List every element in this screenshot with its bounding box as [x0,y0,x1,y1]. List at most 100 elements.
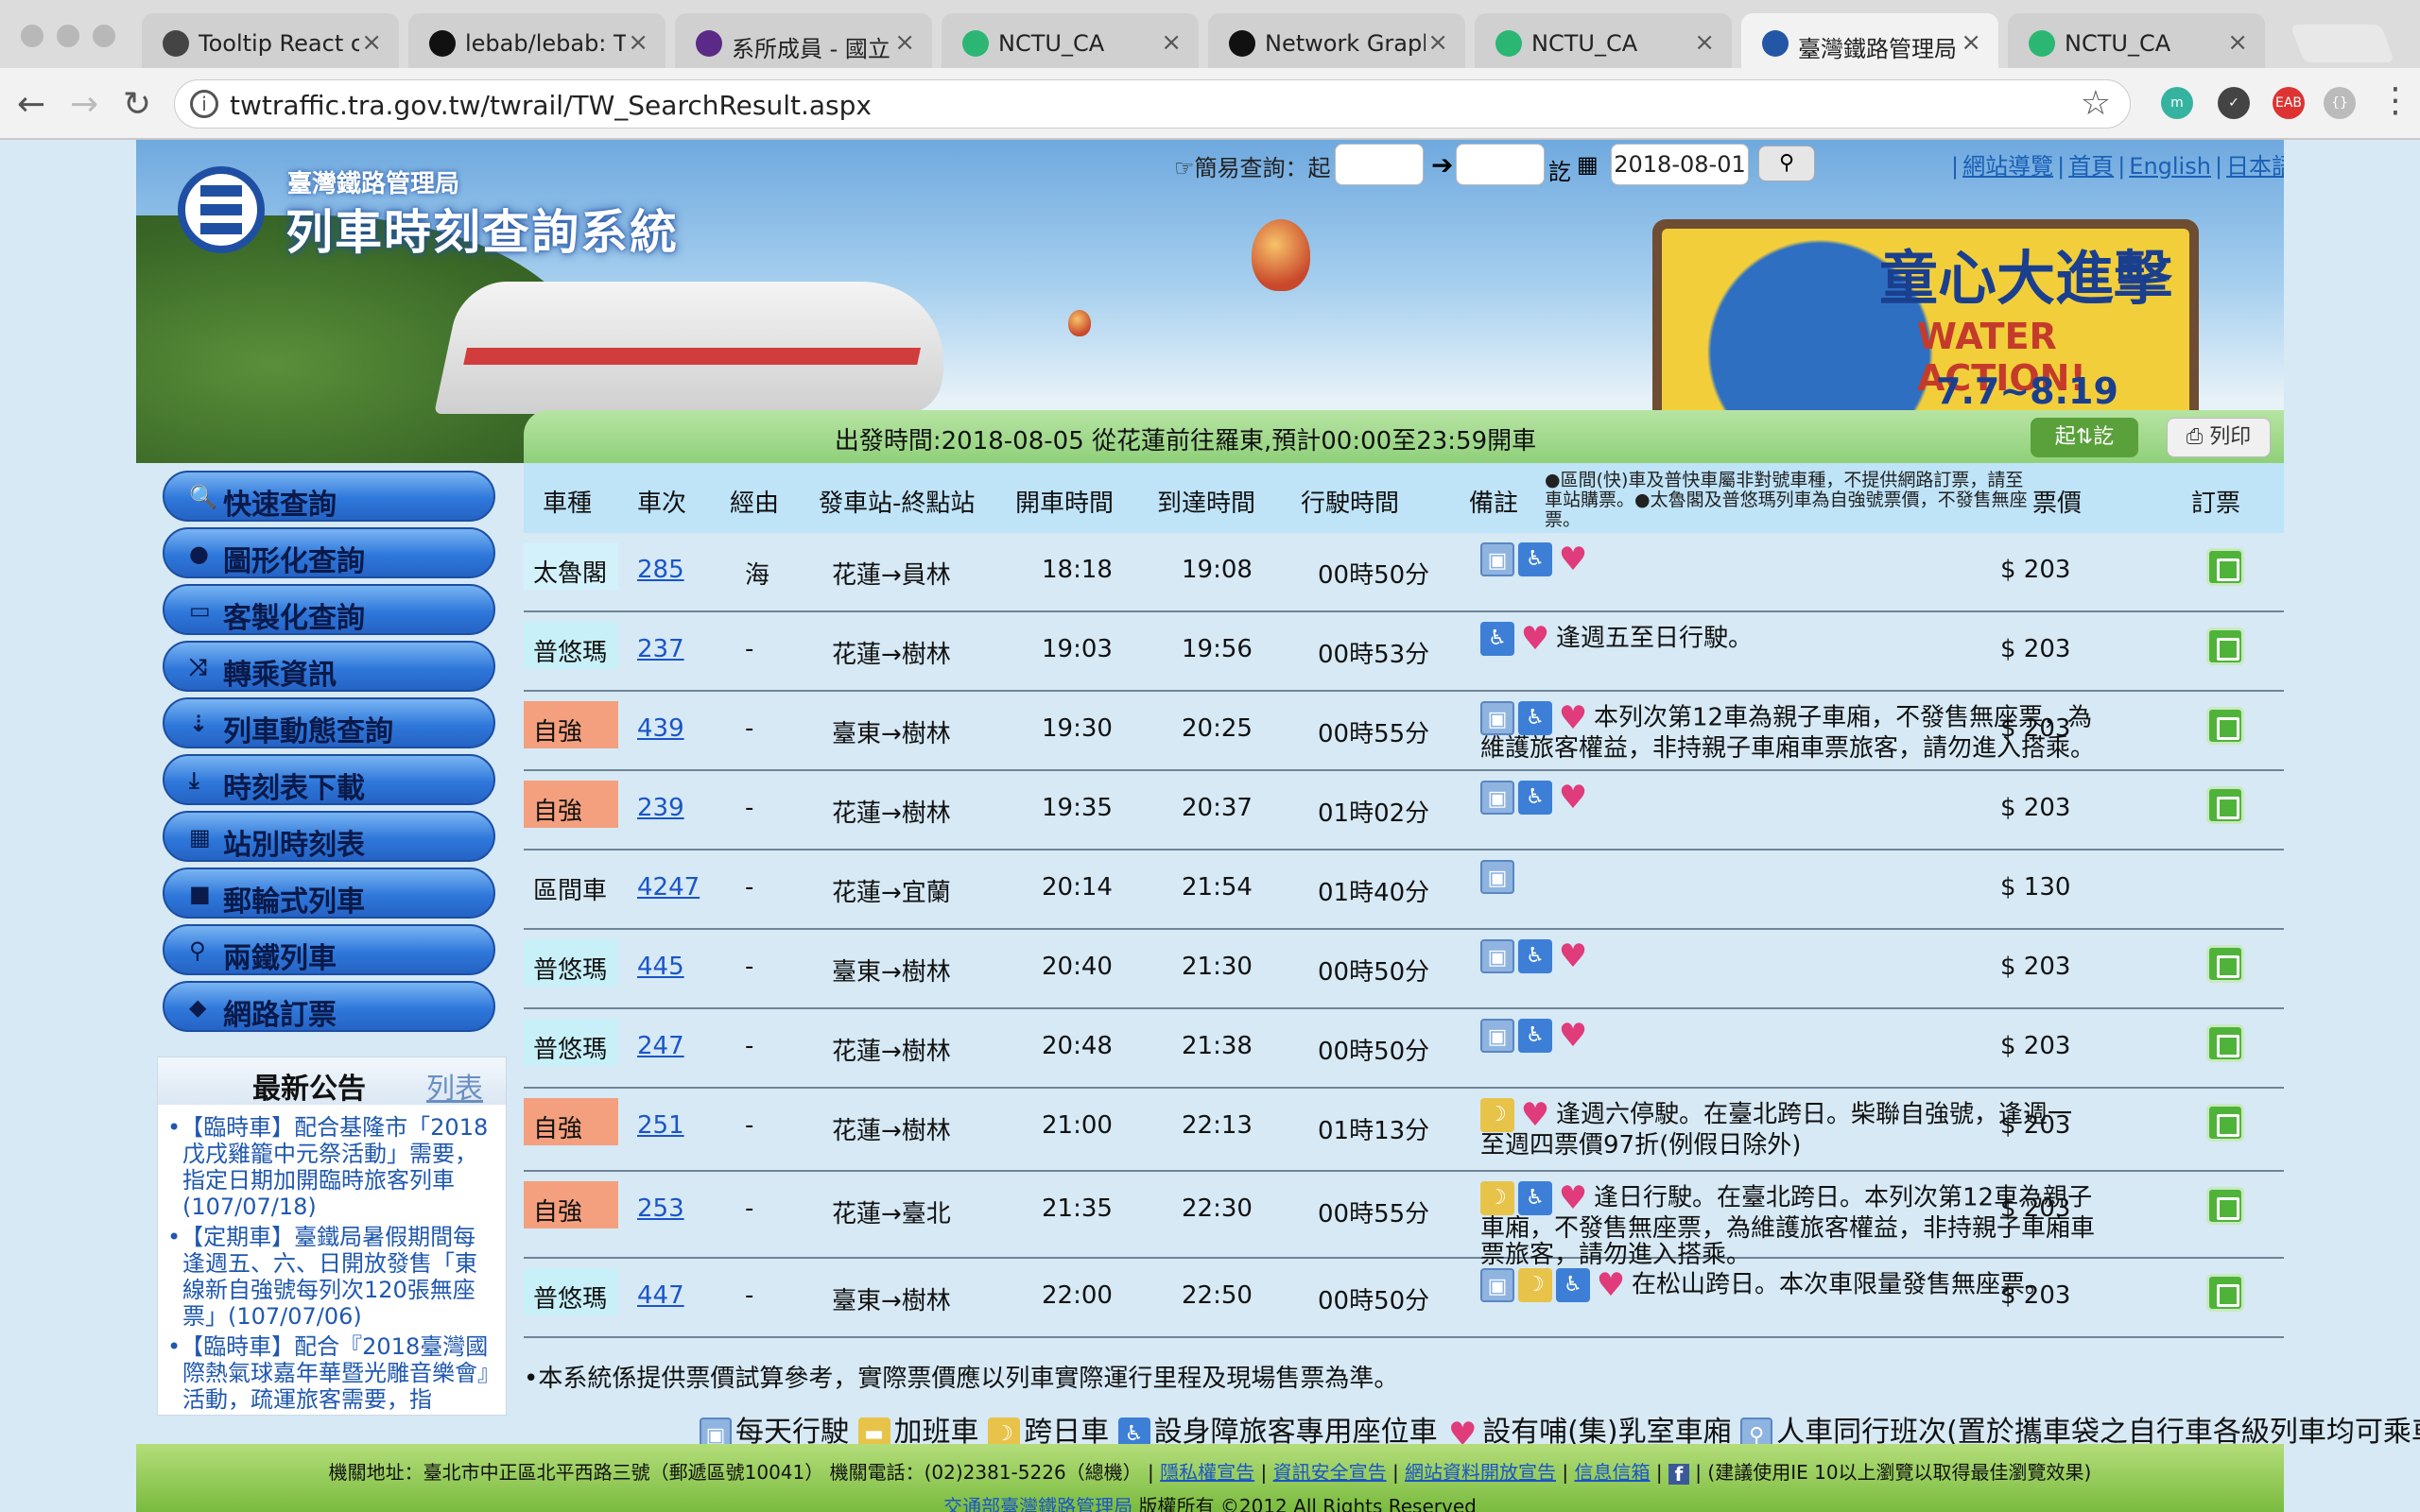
train-number-link[interactable]: 439 [637,714,684,743]
book-ticket-icon[interactable] [2206,1104,2244,1142]
train-number-link[interactable]: 237 [637,635,684,663]
news-more-link[interactable]: 列表 [426,1065,483,1107]
footer-line-2: 交通部臺灣鐵路管理局 版權所有 ©2012 All Rights Reserve… [136,1491,2284,1512]
sidebar-item[interactable]: ⚲ 兩鐵列車 [163,924,495,975]
extension-json-icon[interactable]: {} [2324,87,2356,119]
tab-title: Tooltip React c [199,30,359,57]
train-number-link[interactable]: 445 [637,953,684,981]
quick-search-button[interactable]: ⚲ [1758,146,1815,181]
english-link[interactable]: English [2129,153,2211,180]
train-number-link[interactable]: 247 [637,1032,684,1060]
origin-input[interactable] [1335,144,1424,185]
browser-tab[interactable]: lebab/lebab: Tu × [408,13,666,68]
book-ticket-icon[interactable] [2206,1187,2244,1225]
address-bar[interactable]: i twtraffic.tra.gov.tw/twrail/TW_SearchR… [174,79,2131,129]
train-number-link[interactable]: 251 [637,1111,684,1140]
site-info-icon[interactable]: i [190,90,218,118]
print-button[interactable]: ⎙ 列印 [2167,418,2271,457]
news-item[interactable]: •【臨時車】配合基隆市「2018戊戌雞籠中元祭活動」需要，指定日期加開臨時旅客列… [167,1114,498,1220]
ie-note: (建議使用IE 10以上瀏覽以取得最佳瀏覽效果) [1707,1461,2092,1484]
train-number-link[interactable]: 239 [637,794,684,822]
promo-title: 童心大進擊 [1879,244,2173,313]
facebook-icon[interactable]: f [1668,1463,1689,1485]
tra-logo-icon[interactable] [178,166,265,253]
book-ticket-icon[interactable] [2206,627,2244,665]
column-header: 發車站-終點站 [819,490,976,518]
daily-icon: ▣ [1480,1019,1514,1053]
table-row: 普悠瑪 247 - 花蓮→樹林 20:48 21:38 00時50分 ▣ ♿ ♥ $ 203 [524,1009,2284,1089]
window-minimize-dot[interactable] [57,25,79,47]
reload-icon[interactable]: ↻ [123,85,151,124]
tab-close-icon[interactable]: × [1961,28,1981,57]
via-line: - [745,794,754,822]
sidebar-item[interactable]: ■ 郵輪式列車 [163,868,495,919]
wheelchair-icon: ♿ [1518,1019,1552,1053]
train-number-link[interactable]: 4247 [637,873,700,902]
sitemap-link[interactable]: 網站導覽 [1962,153,2053,180]
back-arrow-icon[interactable]: ← [17,85,45,124]
book-ticket-icon[interactable] [2206,1024,2244,1062]
browser-tab[interactable]: NCTU_CA × [1475,13,1732,68]
fare: $ 203 [2000,556,2071,584]
book-ticket-icon[interactable] [2206,786,2244,824]
owner-link[interactable]: 交通部臺灣鐵路管理局 [943,1495,1132,1512]
news-item[interactable]: •【定期車】臺鐵局暑假期間每逢週五、六、日開放發售「東線新自強號每列次120張無… [167,1224,498,1330]
sidebar-item[interactable]: ◆ 網路訂票 [163,981,495,1032]
sidebar-menu: 🔍 快速查詢 ● 圖形化查詢 ▭ 客製化查詢 ⤨ 轉乘資訊 ⇣ 列車動態查詢 ⤓ 時刻表下載 ▦ 站別時刻… [163,471,495,1038]
mailbox-link[interactable]: 信息信箱 [1575,1461,1651,1484]
tab-close-icon[interactable]: × [2227,28,2248,57]
balloon-image [1252,219,1310,291]
sidebar-item-label: 客製化查詢 [223,602,365,635]
forward-arrow-icon[interactable]: → [70,85,98,124]
date-input[interactable]: 2018-08-01 [1611,144,1749,185]
book-ticket-icon[interactable] [2206,1274,2244,1312]
privacy-link[interactable]: 隱私權宣告 [1160,1461,1254,1484]
train-number-link[interactable]: 253 [637,1194,684,1223]
book-ticket-icon[interactable] [2206,707,2244,745]
sidebar-item[interactable]: ⤨ 轉乘資訊 [163,641,495,692]
browser-tab[interactable]: Tooltip React c × [142,13,399,68]
swap-direction-button[interactable]: 起⇅訖 [2031,418,2138,457]
tab-title: NCTU_CA [998,30,1105,57]
security-link[interactable]: 資訊安全宣告 [1273,1461,1387,1484]
browser-tab[interactable]: 臺灣鐵路管理局 × [1741,13,1998,68]
destination-input[interactable] [1456,144,1545,185]
open-data-link[interactable]: 網站資料開放宣告 [1405,1461,1556,1484]
tab-title: NCTU_CA [1531,30,1638,57]
sidebar-item-label: 轉乘資訊 [223,659,337,692]
extension-m-icon[interactable]: m [2161,87,2193,119]
bookmark-star-icon[interactable]: ☆ [2081,84,2111,123]
tab-close-icon[interactable]: × [361,28,382,57]
sidebar-item[interactable]: ⇣ 列車動態查詢 [163,697,495,748]
sidebar-item[interactable]: ▭ 客製化查詢 [163,584,495,635]
window-zoom-dot[interactable] [93,25,115,47]
sidebar-item[interactable]: 🔍 快速查詢 [163,471,495,522]
top-links: |網站導覽|首頁|English|日本語| [1951,147,2284,180]
book-ticket-icon[interactable] [2206,945,2244,983]
tab-close-icon[interactable]: × [1427,28,1448,57]
nursing-room-icon: ♥ [1596,1266,1626,1304]
browser-tab[interactable]: 系所成員 - 國立 × [675,13,932,68]
tab-close-icon[interactable]: × [1694,28,1715,57]
browser-tab[interactable]: NCTU_CA × [942,13,1199,68]
japanese-link[interactable]: 日本語 [2226,153,2284,180]
tab-close-icon[interactable]: × [628,28,648,57]
train-number-link[interactable]: 447 [637,1281,684,1310]
browser-menu-icon[interactable]: ⋮ [2378,81,2412,120]
sidebar-item[interactable]: ▦ 站別時刻表 [163,811,495,862]
sidebar-item[interactable]: ⤓ 時刻表下載 [163,754,495,805]
tab-close-icon[interactable]: × [894,28,915,57]
home-link[interactable]: 首頁 [2068,153,2114,180]
sidebar-item[interactable]: ● 圖形化查詢 [163,527,495,578]
tab-close-icon[interactable]: × [1161,28,1182,57]
browser-tab[interactable]: NCTU_CA × [2008,13,2265,68]
new-tab-button[interactable] [2290,25,2395,62]
extension-eab-icon[interactable]: EAB [2273,87,2305,119]
train-number-link[interactable]: 285 [637,556,684,584]
browser-tab[interactable]: Network Graph × [1208,13,1465,68]
nursing-room-icon: ♥ [1558,937,1588,975]
news-item[interactable]: •【臨時車】配合『2018臺灣國際熱氣球嘉年華暨光雕音樂會』活動，疏運旅客需要，… [167,1333,498,1413]
window-close-dot[interactable] [21,25,43,47]
extension-shield-icon[interactable]: ✓ [2218,87,2250,119]
book-ticket-icon[interactable] [2206,548,2244,586]
